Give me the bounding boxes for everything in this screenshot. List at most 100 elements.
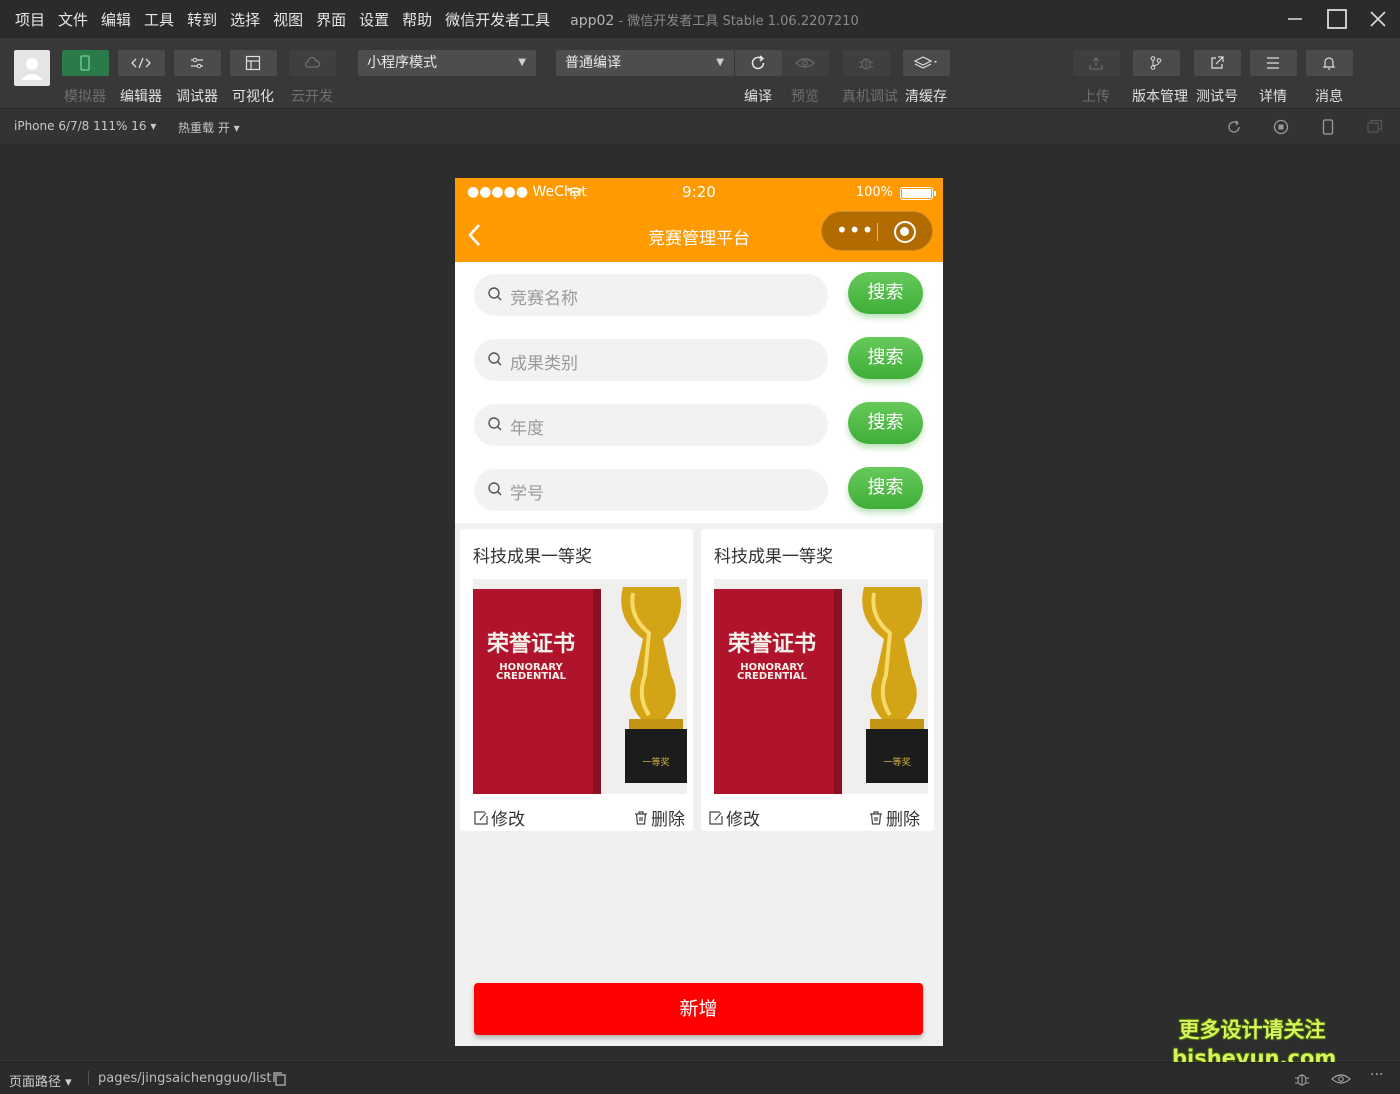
device-select[interactable]: iPhone 6/7/8 111% 16 ▾ [14,119,156,133]
device-debug-button[interactable]: 真机调试 [842,50,898,106]
search-icon [488,287,502,301]
search-icon [488,417,502,431]
chevron-down-icon: ▼ [518,57,526,68]
version-mgmt-label: 版本管理 [1132,89,1188,105]
delete-button[interactable]: 删除 [633,805,685,830]
window-title: app02 - 微信开发者工具 Stable 1.06.2207210 [570,10,859,29]
edit-label: 修改 [491,810,525,830]
eye-icon [795,58,815,68]
search-row-year: 年度 搜索 [455,402,943,467]
test-account-button[interactable]: 测试号 [1193,50,1241,106]
compile-select[interactable]: 普通编译 ▼ [556,50,734,76]
messages-label: 消息 [1315,89,1343,105]
phone-icon[interactable] [1320,119,1336,135]
menu-goto[interactable]: 转到 [187,9,217,30]
cloud-icon [304,56,321,68]
card-title: 科技成果一等奖 [714,547,833,567]
edit-button[interactable]: 修改 [708,805,760,830]
page-path-label[interactable]: 页面路径 ▾ [9,1071,72,1090]
upload-button[interactable]: 上传 [1072,50,1120,106]
mode-select[interactable]: 小程序模式 ▼ [358,50,536,76]
hot-reload-toggle[interactable]: 热重载 开 ▾ [178,119,240,136]
window-icon[interactable] [1367,119,1383,135]
simulator-label: 模拟器 [64,89,106,105]
menu-tools[interactable]: 工具 [144,9,174,30]
avatar[interactable] [14,50,50,86]
menu-wechat-devtools[interactable]: 微信开发者工具 [445,9,550,30]
page-path: pages/jingsaichengguo/list [98,1071,272,1086]
compile-select-value: 普通编译 [565,55,621,71]
edit-label: 修改 [726,810,760,830]
window-app-name: app02 [570,12,615,29]
bottom-status-bar: 页面路径 ▾ pages/jingsaichengguo/list ··· [0,1062,1400,1094]
menu-help[interactable]: 帮助 [402,9,432,30]
upload-icon [1089,57,1103,70]
search-button[interactable]: 搜索 [848,467,923,509]
bug-icon[interactable] [1293,1070,1311,1088]
result-card[interactable]: 科技成果一等奖 荣誉证书 HONORARY CREDENTIAL 一等奖 修改 … [701,529,934,831]
eye-icon[interactable] [1331,1073,1351,1085]
sliders-icon [191,57,203,69]
record-icon[interactable] [1273,119,1289,135]
copy-icon[interactable] [273,1072,287,1086]
minimize-icon[interactable] [1282,6,1308,32]
rotate-icon[interactable] [1226,119,1242,135]
preview-button[interactable]: 预览 [781,50,829,106]
more-icon[interactable]: ••• [836,220,874,240]
bug-icon [859,58,873,70]
simulator-button[interactable]: 模拟器 [61,50,109,106]
compile-button[interactable]: 编译 [734,50,782,106]
search-input-competition-name[interactable]: 竞赛名称 [474,274,828,316]
close-miniprogram-icon[interactable] [894,221,916,243]
cert-chinese-text: 荣誉证书 [727,631,816,657]
menu-settings[interactable]: 设置 [359,9,389,30]
result-card[interactable]: 科技成果一等奖 荣誉证书 HONORARY CREDENTIAL 一等奖 修改 … [460,529,693,831]
more-icon[interactable]: ··· [1370,1067,1383,1083]
certificate-trophy-picture: 荣誉证书 HONORARY CREDENTIAL 一等奖 [473,579,687,794]
capsule-menu: ••• [821,211,933,251]
search-placeholder: 学号 [510,484,544,504]
search-button[interactable]: 搜索 [848,402,923,444]
certificate-image[interactable]: 荣誉证书 HONORARY CREDENTIAL 一等奖 [473,579,687,794]
search-button[interactable]: 搜索 [848,272,923,314]
capsule-divider [877,223,878,241]
cloud-button[interactable]: 云开发 [288,50,336,106]
search-input-year[interactable]: 年度 [474,404,828,446]
details-button[interactable]: 详情 [1249,50,1297,106]
cert-chinese-text: 荣誉证书 [486,631,575,657]
certificate-image[interactable]: 荣誉证书 HONORARY CREDENTIAL 一等奖 [714,579,928,794]
details-label: 详情 [1259,89,1287,105]
menu-project[interactable]: 项目 [15,9,45,30]
close-icon[interactable] [1365,6,1391,32]
code-icon [131,57,151,69]
preview-label: 预览 [791,89,819,105]
certificate-trophy-picture: 荣誉证书 HONORARY CREDENTIAL 一等奖 [714,579,928,794]
version-mgmt-button[interactable]: 版本管理 [1132,50,1188,106]
menu-icon [1267,57,1279,69]
menu-file[interactable]: 文件 [58,9,88,30]
menu-view[interactable]: 视图 [273,9,303,30]
layers-icon [913,56,937,69]
add-button[interactable]: 新增 [474,983,923,1035]
visual-button[interactable]: 可视化 [229,50,277,106]
search-button[interactable]: 搜索 [848,337,923,379]
refresh-icon [751,55,765,70]
messages-button[interactable]: 消息 [1305,50,1353,106]
menu-select[interactable]: 选择 [230,9,260,30]
delete-button[interactable]: 删除 [868,805,920,830]
search-row-name: 竞赛名称 搜索 [455,272,943,337]
edit-button[interactable]: 修改 [473,805,525,830]
clear-cache-button[interactable]: 清缓存 [902,50,950,106]
search-input-student-id[interactable]: 学号 [474,469,828,511]
menu-interface[interactable]: 界面 [316,9,346,30]
menu-bar: 项目 文件 编辑 工具 转到 选择 视图 界面 设置 帮助 微信开发者工具 ap… [0,0,1400,38]
window-title-text: - 微信开发者工具 Stable 1.06.2207210 [618,13,859,29]
editor-label: 编辑器 [120,89,162,105]
clear-cache-label: 清缓存 [905,89,947,105]
debugger-button[interactable]: 调试器 [173,50,221,106]
search-input-category[interactable]: 成果类别 [474,339,828,381]
maximize-icon[interactable] [1324,6,1350,32]
menu-edit[interactable]: 编辑 [101,9,131,30]
editor-button[interactable]: 编辑器 [117,50,165,106]
external-link-icon [1211,56,1224,69]
